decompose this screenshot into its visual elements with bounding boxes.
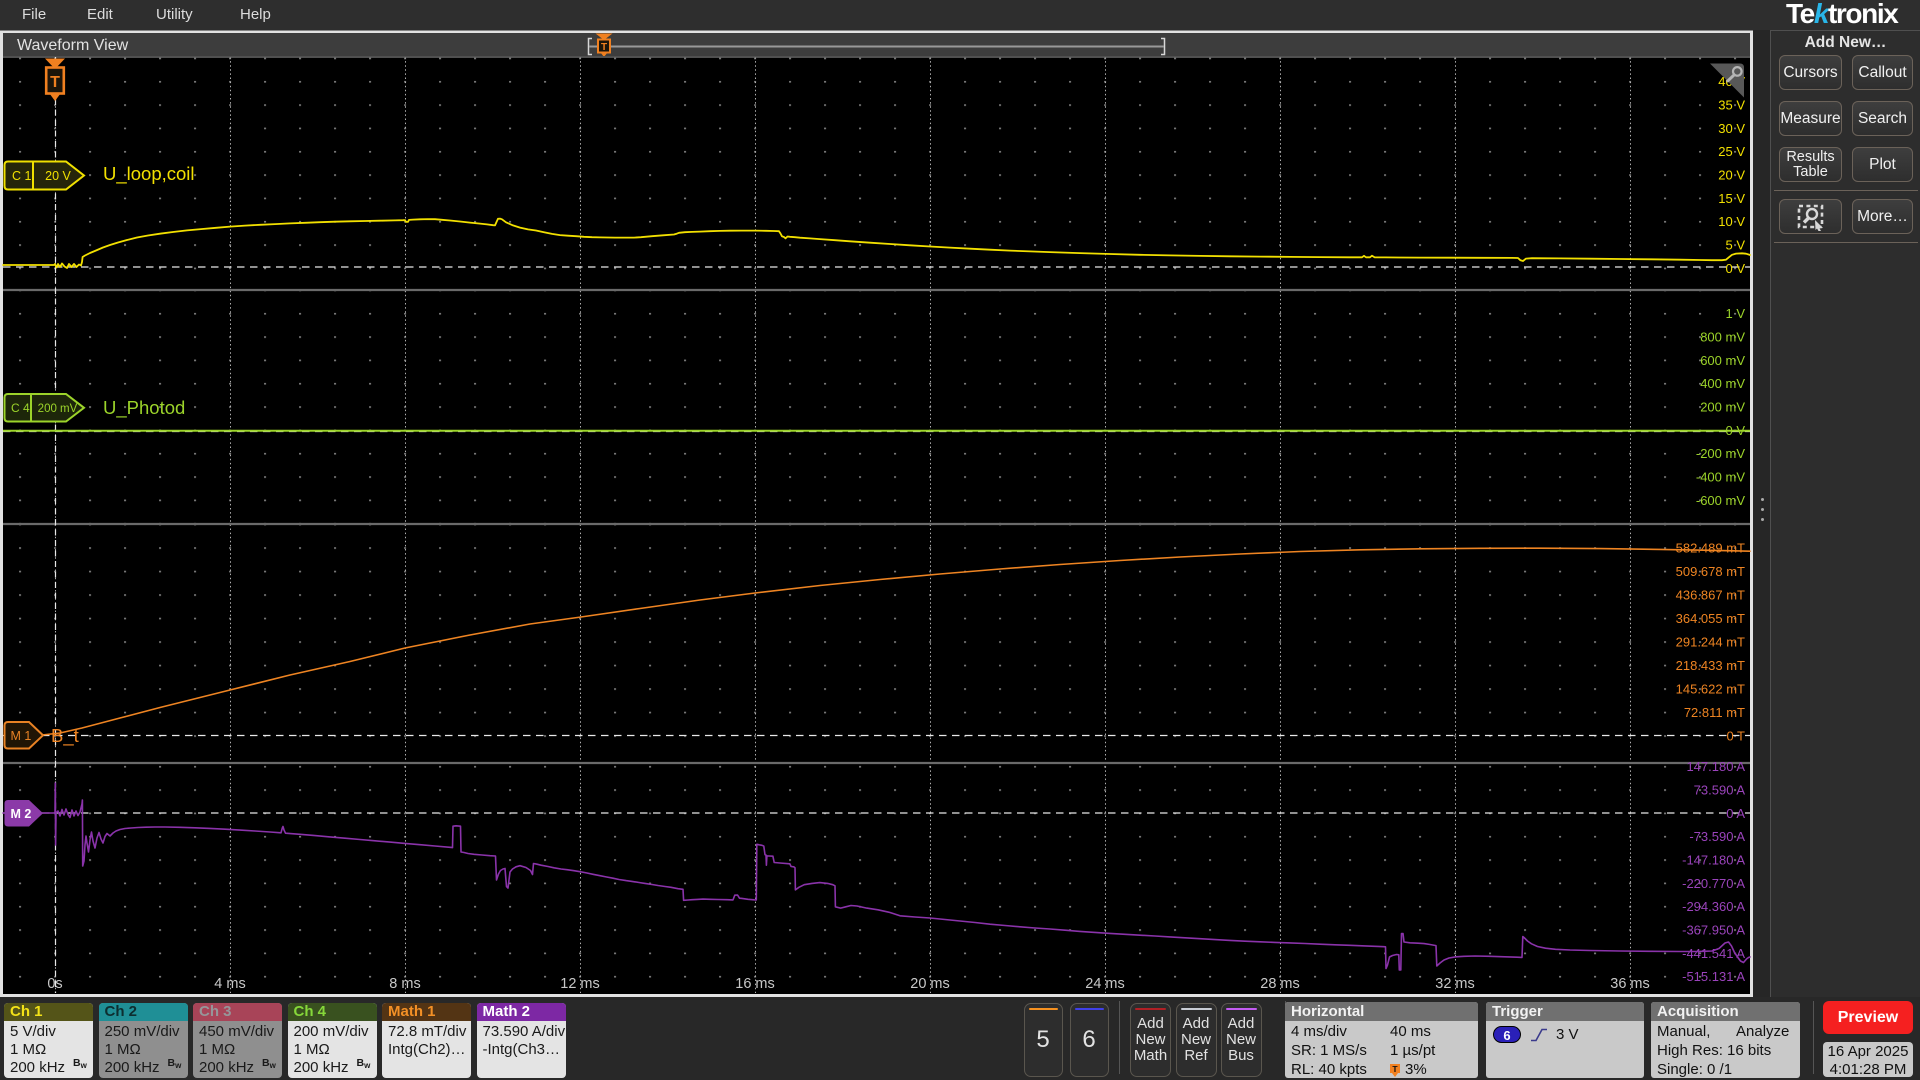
svg-text:0s: 0s bbox=[47, 976, 62, 992]
svg-text:0 T: 0 T bbox=[1726, 729, 1745, 744]
svg-text:20 V: 20 V bbox=[1718, 168, 1745, 183]
svg-text:-600 mV: -600 mV bbox=[1696, 493, 1745, 508]
svg-text:T: T bbox=[601, 42, 607, 53]
svg-text:20 V: 20 V bbox=[45, 169, 71, 183]
svg-text:4 ms: 4 ms bbox=[214, 976, 245, 992]
svg-text:36 ms: 36 ms bbox=[1610, 976, 1650, 992]
svg-text:Waveform View: Waveform View bbox=[17, 37, 129, 54]
svg-text:30 V: 30 V bbox=[1718, 121, 1745, 136]
svg-text:291.244 mT: 291.244 mT bbox=[1676, 635, 1745, 650]
svg-text:-220.770 A: -220.770 A bbox=[1682, 876, 1745, 891]
svg-text:200 mV: 200 mV bbox=[1700, 400, 1745, 415]
svg-text:10 V: 10 V bbox=[1718, 214, 1745, 229]
svg-text:15 V: 15 V bbox=[1718, 191, 1745, 206]
svg-text:0 A: 0 A bbox=[1726, 806, 1745, 821]
svg-text:200 mV: 200 mV bbox=[38, 403, 78, 415]
svg-text:72.811 mT: 72.811 mT bbox=[1684, 705, 1745, 720]
svg-text:0 V: 0 V bbox=[1725, 261, 1745, 276]
svg-text:35 V: 35 V bbox=[1718, 98, 1745, 113]
svg-text:218.433 mT: 218.433 mT bbox=[1676, 658, 1745, 673]
svg-text:-294.360 A: -294.360 A bbox=[1682, 899, 1745, 914]
svg-text:25 V: 25 V bbox=[1718, 144, 1745, 159]
svg-text:U_loop,coil: U_loop,coil bbox=[103, 163, 195, 185]
svg-text:147.180 A: 147.180 A bbox=[1686, 759, 1745, 774]
svg-text:12 ms: 12 ms bbox=[560, 976, 600, 992]
svg-text:T: T bbox=[1392, 1064, 1398, 1074]
svg-text:T: T bbox=[50, 74, 60, 91]
svg-text:28 ms: 28 ms bbox=[1260, 976, 1300, 992]
svg-text:C 1: C 1 bbox=[12, 169, 32, 183]
svg-text:1 V: 1 V bbox=[1725, 306, 1745, 321]
svg-text:8 ms: 8 ms bbox=[389, 976, 420, 992]
svg-text:20 ms: 20 ms bbox=[910, 976, 950, 992]
svg-text:364.055 mT: 364.055 mT bbox=[1676, 611, 1745, 626]
svg-text:C 4: C 4 bbox=[11, 401, 30, 415]
svg-text:400 mV: 400 mV bbox=[1700, 376, 1745, 391]
svg-text:U_Photod: U_Photod bbox=[103, 397, 185, 419]
svg-text:16 ms: 16 ms bbox=[735, 976, 775, 992]
svg-text:600 mV: 600 mV bbox=[1700, 353, 1745, 368]
svg-text:800 mV: 800 mV bbox=[1700, 330, 1745, 345]
svg-text:-147.180 A: -147.180 A bbox=[1682, 853, 1745, 868]
svg-text:M 1: M 1 bbox=[11, 729, 32, 743]
svg-text:582.489 mT: 582.489 mT bbox=[1676, 541, 1745, 556]
svg-text:-200 mV: -200 mV bbox=[1696, 446, 1745, 461]
svg-text:145.622 mT: 145.622 mT bbox=[1676, 682, 1745, 697]
svg-text:73.590 A: 73.590 A bbox=[1694, 783, 1746, 798]
svg-text:-400 mV: -400 mV bbox=[1696, 470, 1745, 485]
svg-text:509.678 mT: 509.678 mT bbox=[1676, 564, 1745, 579]
svg-text:5 V: 5 V bbox=[1725, 238, 1745, 253]
svg-text:B_t: B_t bbox=[51, 725, 79, 747]
svg-text:-515.131 A: -515.131 A bbox=[1682, 969, 1745, 984]
svg-text:-73.590 A: -73.590 A bbox=[1689, 829, 1745, 844]
svg-text:-367.950 A: -367.950 A bbox=[1682, 923, 1745, 938]
svg-text:436.867 mT: 436.867 mT bbox=[1676, 588, 1745, 603]
svg-text:M 2: M 2 bbox=[11, 807, 32, 821]
svg-text:32 ms: 32 ms bbox=[1435, 976, 1475, 992]
svg-text:24 ms: 24 ms bbox=[1085, 976, 1125, 992]
